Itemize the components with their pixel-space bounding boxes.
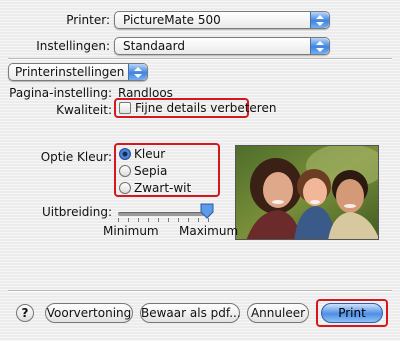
radio-zwart-wit-label[interactable]: Zwart-wit — [134, 181, 191, 195]
chevron-updown-icon — [310, 38, 329, 54]
uitbreiding-label: Uitbreiding: — [41, 205, 112, 219]
separator-bottom — [8, 290, 392, 292]
slider-min-label: Minimum — [103, 224, 159, 238]
fijne-details-checkbox[interactable] — [119, 102, 131, 114]
printer-value: PictureMate 500 — [123, 13, 221, 27]
panel-value: Printerinstellingen — [15, 65, 125, 79]
instellingen-value: Standaard — [123, 39, 185, 53]
instellingen-label: Instellingen: — [36, 39, 110, 53]
help-button[interactable]: ? — [16, 304, 34, 322]
radio-zwart-wit[interactable] — [119, 182, 131, 194]
radio-kleur[interactable] — [119, 148, 131, 160]
preview-photo — [235, 145, 379, 240]
radio-sepia[interactable] — [119, 165, 131, 177]
instellingen-select[interactable]: Standaard — [114, 37, 330, 55]
chevron-updown-icon — [310, 12, 329, 28]
cancel-button[interactable]: Annuleer — [247, 303, 309, 323]
chevron-updown-icon — [128, 64, 147, 80]
optie-kleur-label: Optie Kleur: — [40, 150, 112, 164]
family-photo-image — [236, 146, 378, 239]
radio-sepia-label[interactable]: Sepia — [134, 164, 167, 178]
slider-ticks — [118, 218, 210, 222]
separator-top — [8, 58, 392, 60]
preview-button[interactable]: Voorvertoning — [45, 303, 133, 323]
uitbreiding-slider-thumb[interactable] — [200, 203, 214, 219]
pagina-label: Pagina-instelling: — [9, 86, 112, 100]
slider-max-label: Maximum — [179, 224, 239, 238]
printer-label: Printer: — [66, 13, 110, 27]
radio-kleur-label[interactable]: Kleur — [134, 147, 165, 161]
save-pdf-button[interactable]: Bewaar als pdf... — [140, 303, 241, 323]
panel-select[interactable]: Printerinstellingen — [8, 63, 148, 81]
uitbreiding-slider-track[interactable] — [118, 212, 210, 216]
print-button[interactable]: Print — [321, 303, 383, 323]
printer-select[interactable]: PictureMate 500 — [114, 11, 330, 29]
fijne-details-label[interactable]: Fijne details verbeteren — [135, 101, 276, 115]
kwaliteit-label: Kwaliteit: — [56, 103, 112, 117]
